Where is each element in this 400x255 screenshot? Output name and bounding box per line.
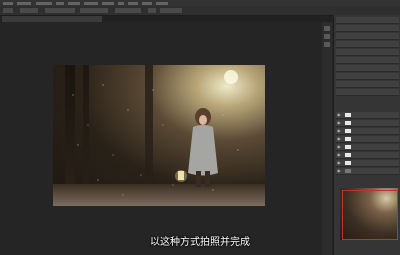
layer-thumbnail [345, 153, 351, 157]
flow-field[interactable] [115, 8, 141, 13]
marquee-tool-icon[interactable] [324, 34, 330, 39]
menu-item-image[interactable] [36, 1, 52, 5]
menu-item-view[interactable] [128, 1, 138, 5]
layer-row[interactable]: ◉ [336, 152, 399, 159]
history-item[interactable] [336, 65, 399, 72]
layer-row[interactable]: ◉ [336, 120, 399, 127]
navigator-view-box[interactable] [342, 190, 398, 240]
layer-thumbnail [345, 137, 351, 141]
workspace-switcher[interactable] [160, 8, 182, 13]
menu-item-edit[interactable] [17, 1, 31, 5]
visibility-eye-icon[interactable]: ◉ [337, 137, 342, 141]
menu-item-file[interactable] [3, 1, 13, 5]
history-panel [334, 15, 400, 100]
layer-thumbnail [345, 161, 351, 165]
snow-particles [72, 84, 249, 196]
layer-thumbnail [345, 113, 351, 117]
layer-thumbnail [345, 121, 351, 125]
layer-row[interactable]: ◉ [336, 136, 399, 143]
layer-row[interactable]: ◉ [336, 112, 399, 119]
layer-row-background[interactable]: ◉ [336, 168, 399, 175]
layer-row[interactable]: ◉ [336, 160, 399, 167]
brush-size-option[interactable] [20, 8, 38, 13]
visibility-eye-icon[interactable]: ◉ [337, 161, 342, 165]
layer-row[interactable]: ◉ [336, 128, 399, 135]
subtitle-caption: 以这种方式拍照并完成 [150, 237, 250, 248]
document-canvas-photo[interactable] [53, 65, 265, 206]
menu-item-layer[interactable] [56, 1, 64, 5]
history-item[interactable] [336, 49, 399, 56]
menu-item-filter[interactable] [102, 1, 114, 5]
layer-thumbnail [345, 129, 351, 133]
layer-row[interactable]: ◉ [336, 144, 399, 151]
menu-item-help[interactable] [156, 1, 168, 5]
visibility-eye-icon[interactable]: ◉ [337, 145, 342, 149]
visibility-eye-icon[interactable]: ◉ [337, 113, 342, 117]
lantern [175, 170, 187, 182]
airbrush-toggle[interactable] [148, 8, 156, 13]
history-item[interactable] [336, 25, 399, 32]
history-item[interactable] [336, 73, 399, 80]
brush-tool-icon[interactable] [324, 42, 330, 47]
visibility-eye-icon[interactable]: ◉ [337, 121, 342, 125]
menu-item-type[interactable] [68, 1, 80, 5]
layer-thumbnail [345, 145, 351, 149]
layers-panel: ◉ ◉ ◉ ◉ ◉ ◉ ◉ ◉ [334, 110, 400, 180]
history-item[interactable] [336, 33, 399, 40]
layer-thumbnail [345, 169, 351, 173]
history-item[interactable] [336, 57, 399, 64]
mode-dropdown[interactable] [45, 8, 75, 13]
photo-subject-svg [72, 70, 249, 196]
visibility-eye-icon[interactable]: ◉ [337, 153, 342, 157]
toolbox [322, 22, 332, 255]
child-figure [188, 108, 218, 187]
move-tool-icon[interactable] [324, 26, 330, 31]
opacity-field[interactable] [80, 8, 108, 13]
menu-item-select[interactable] [84, 1, 98, 5]
tool-preset-picker[interactable] [3, 8, 13, 13]
visibility-eye-icon[interactable]: ◉ [337, 129, 342, 133]
history-item[interactable] [336, 41, 399, 48]
history-item[interactable] [336, 81, 399, 88]
menu-item-window[interactable] [142, 1, 152, 5]
menu-item-3d[interactable] [118, 1, 124, 5]
visibility-eye-icon[interactable]: ◉ [337, 169, 342, 173]
light-glow [224, 70, 238, 84]
history-item[interactable] [336, 17, 399, 24]
history-item[interactable] [336, 89, 399, 96]
